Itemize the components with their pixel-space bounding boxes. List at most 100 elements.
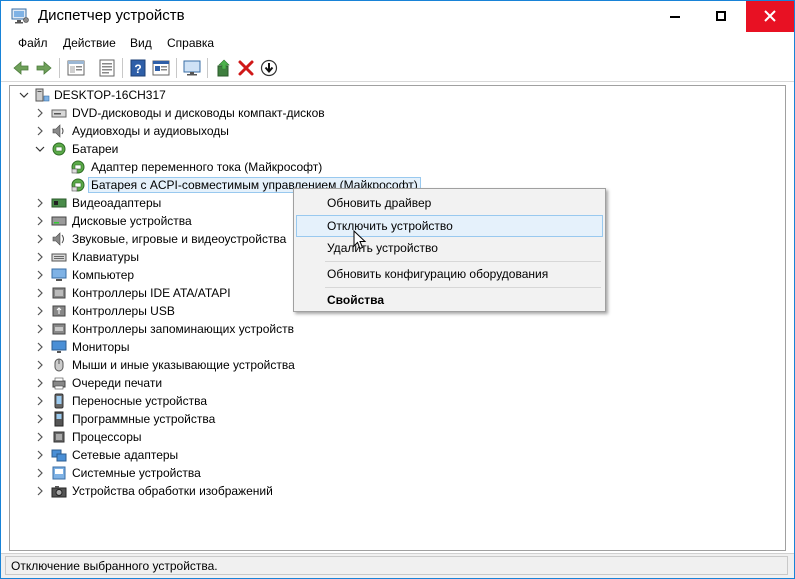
tree-category-label: Контроллеры IDE ATA/ATAPI [72, 286, 231, 300]
close-icon [764, 10, 776, 22]
device-tree[interactable]: DESKTOP-16CH317 DVD-дисководы и дисковод… [9, 85, 786, 551]
context-menu-uninstall-device[interactable]: Удалить устройство [296, 237, 603, 259]
computer-icon [51, 268, 67, 281]
tree-category-item[interactable]: Сетевые адаптеры [32, 446, 432, 464]
battery-icon [52, 142, 66, 156]
remove-icon[interactable] [236, 58, 256, 78]
chevron-down-icon[interactable] [34, 141, 46, 157]
tree-category-label: Процессоры [72, 430, 142, 444]
chevron-right-icon[interactable] [34, 429, 46, 445]
usb-icon [52, 305, 66, 317]
context-menu-scan-hardware[interactable]: Обновить конфигурацию оборудования [296, 263, 603, 285]
menu-help[interactable]: Справка [167, 36, 214, 50]
tree-category-label: Звуковые, игровые и видеоустройства [72, 232, 287, 246]
back-arrow-icon[interactable] [11, 58, 31, 78]
battery-device-icon [71, 178, 85, 192]
tree-category-label: Очереди печати [72, 376, 163, 390]
chevron-right-icon[interactable] [34, 231, 46, 247]
tree-category-label: Переносные устройства [72, 394, 208, 408]
tree-category-item[interactable]: Контроллеры запоминающих устройств [32, 320, 432, 338]
dvd-drive-icon [51, 109, 67, 118]
toolbar-separator [176, 58, 177, 78]
chevron-right-icon[interactable] [34, 321, 46, 337]
tree-category-item[interactable]: DVD-дисководы и дисководы компакт-дисков [32, 104, 432, 122]
tree-category-label: Контроллеры запоминающих устройств [72, 322, 294, 336]
chevron-right-icon[interactable] [34, 285, 46, 301]
tree-category-label: Устройства обработки изображений [72, 484, 273, 498]
menu-action[interactable]: Действие [63, 36, 116, 50]
tree-category-item[interactable]: Мыши и иные указывающие устройства [32, 356, 432, 374]
display-adapter-icon [51, 198, 67, 208]
chevron-right-icon[interactable] [34, 357, 46, 373]
chevron-right-icon[interactable] [34, 339, 46, 355]
tree-category-label: Компьютер [72, 268, 135, 282]
monitor-icon [51, 340, 67, 353]
menu-view[interactable]: Вид [130, 36, 152, 50]
tree-category-item[interactable]: Программные устройства [32, 410, 432, 428]
svg-text:?: ? [134, 62, 141, 76]
update-icon[interactable] [97, 58, 117, 78]
tree-category-item[interactable]: Мониторы [32, 338, 432, 356]
disk-drive-icon [51, 216, 67, 226]
chevron-right-icon[interactable] [34, 195, 46, 211]
tree-category-label: Батареи [72, 142, 119, 156]
tree-category-item[interactable]: Процессоры [32, 428, 432, 446]
chevron-right-icon[interactable] [34, 483, 46, 499]
add-driver-icon[interactable] [214, 58, 234, 78]
system-device-icon [52, 466, 66, 480]
tree-category-item[interactable]: Очереди печати [32, 374, 432, 392]
menu-file[interactable]: Файл [18, 36, 48, 50]
chevron-right-icon[interactable] [34, 411, 46, 427]
tree-category-label: Системные устройства [72, 466, 201, 480]
menu-bar: Файл Действие Вид Справка [1, 32, 794, 54]
forward-arrow-icon[interactable] [34, 58, 54, 78]
device-manager-window: Диспетчер устройств Файл Действие Вид Сп… [0, 0, 795, 579]
maximize-icon [716, 11, 726, 21]
tree-category-item[interactable]: Переносные устройства [32, 392, 432, 410]
chevron-right-icon[interactable] [34, 393, 46, 409]
maximize-button[interactable] [698, 1, 744, 32]
chevron-right-icon[interactable] [34, 465, 46, 481]
minimize-button[interactable] [652, 1, 698, 32]
context-menu-update-driver[interactable]: Обновить драйвер [296, 192, 603, 214]
window-title: Диспетчер устройств [38, 7, 185, 24]
tree-category-label: Мыши и иные указывающие устройства [72, 358, 295, 372]
chevron-right-icon[interactable] [34, 123, 46, 139]
chevron-right-icon[interactable] [34, 303, 46, 319]
status-text: Отключение выбранного устройства. [11, 559, 218, 573]
properties-icon[interactable] [66, 58, 86, 78]
tree-category-item[interactable]: Устройства обработки изображений [32, 482, 432, 500]
chevron-right-icon[interactable] [34, 213, 46, 229]
download-icon[interactable] [259, 58, 279, 78]
context-menu-label: Обновить конфигурацию оборудования [327, 267, 549, 281]
tree-device-label: Адаптер переменного тока (Майкрософт) [91, 160, 323, 174]
chevron-right-icon[interactable] [34, 267, 46, 283]
printer-icon [52, 377, 66, 390]
processor-icon [53, 431, 65, 443]
camera-icon [51, 486, 67, 498]
tree-category-item[interactable]: Системные устройства [32, 464, 432, 482]
tree-category-item[interactable]: Батареи [32, 140, 432, 158]
chevron-down-icon[interactable] [18, 87, 30, 103]
tree-category-label: Видеоадаптеры [72, 196, 162, 210]
close-button[interactable] [746, 1, 794, 32]
context-menu-properties[interactable]: Свойства [296, 289, 603, 311]
chevron-right-icon[interactable] [34, 375, 46, 391]
sound-device-icon [52, 232, 64, 246]
context-menu-label: Обновить драйвер [327, 196, 432, 210]
chevron-right-icon[interactable] [34, 105, 46, 121]
toolbar-separator [59, 58, 60, 78]
tree-root[interactable]: DESKTOP-16CH317 [16, 86, 316, 104]
mouse-cursor-icon [353, 230, 367, 250]
details-icon[interactable] [151, 58, 171, 78]
toolbar: ? [1, 54, 794, 82]
chevron-right-icon[interactable] [34, 249, 46, 265]
tree-device-item[interactable]: Адаптер переменного тока (Майкрософт) [68, 158, 468, 176]
context-menu-disable-device[interactable]: Отключить устройство [296, 215, 603, 237]
monitor-scan-icon[interactable] [182, 58, 202, 78]
help-icon[interactable]: ? [128, 58, 148, 78]
context-menu-label: Отключить устройство [327, 219, 453, 233]
title-bar[interactable]: Диспетчер устройств [1, 1, 794, 32]
chevron-right-icon[interactable] [34, 447, 46, 463]
tree-category-item[interactable]: Аудиовходы и аудиовыходы [32, 122, 432, 140]
